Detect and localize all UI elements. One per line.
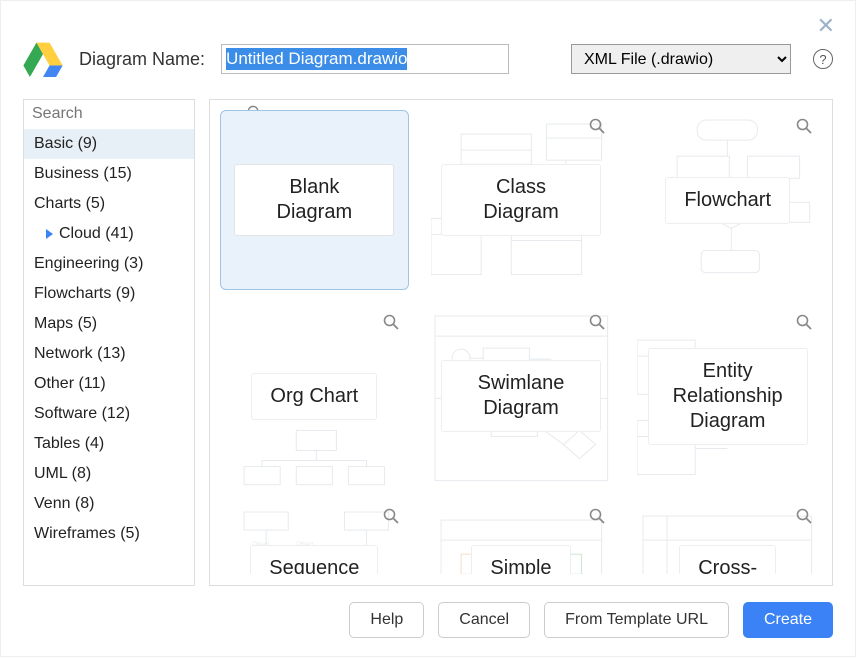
template-label: Cross- <box>679 545 776 574</box>
cat-charts[interactable]: Charts (5) <box>24 189 194 219</box>
category-label: Software (12) <box>34 405 130 423</box>
dialog-footer: Help Cancel From Template URL Create <box>23 586 833 638</box>
template-label: Blank Diagram <box>234 164 394 236</box>
create-button[interactable]: Create <box>743 602 833 638</box>
cat-network[interactable]: Network (13) <box>24 339 194 369</box>
zoom-preview-icon[interactable] <box>589 508 605 529</box>
category-label: Charts (5) <box>34 195 105 213</box>
tpl-blank[interactable]: Blank Diagram <box>220 110 409 290</box>
zoom-preview-icon[interactable] <box>383 508 399 529</box>
zoom-preview-icon[interactable] <box>589 118 605 139</box>
category-label: Business (15) <box>34 165 132 183</box>
expand-icon[interactable] <box>46 229 53 239</box>
category-label: Wireframes (5) <box>34 525 140 543</box>
category-label: Maps (5) <box>34 315 97 333</box>
category-label: Engineering (3) <box>34 255 143 273</box>
dialog-header: Diagram Name: Untitled Diagram.drawio XM… <box>23 41 833 77</box>
tpl-class[interactable]: Class Diagram <box>427 110 616 290</box>
cancel-button[interactable]: Cancel <box>438 602 530 638</box>
template-pane: Blank Diagram Class Diagram Flowchart Org C… <box>209 99 833 586</box>
tpl-erd[interactable]: Entity Relationship Diagram <box>633 306 822 486</box>
tpl-sequence[interactable]: ObjectObjectSequence <box>220 502 409 574</box>
dialog-body: Basic (9) Business (15) Charts (5) Cloud (4… <box>23 99 833 586</box>
category-sidebar: Basic (9) Business (15) Charts (5) Cloud (4… <box>23 99 195 586</box>
cat-engineering[interactable]: Engineering (3) <box>24 249 194 279</box>
diagram-name-value: Untitled Diagram.drawio <box>226 48 407 70</box>
from-template-url-button[interactable]: From Template URL <box>544 602 729 638</box>
cat-flowcharts[interactable]: Flowcharts (9) <box>24 279 194 309</box>
cat-basic[interactable]: Basic (9) <box>24 129 194 159</box>
tpl-orgchart[interactable]: Org Chart <box>220 306 409 486</box>
category-label: Flowcharts (9) <box>34 285 135 303</box>
zoom-preview-icon[interactable] <box>383 314 399 335</box>
template-label: Class Diagram <box>441 164 601 236</box>
category-label: Network (13) <box>34 345 126 363</box>
category-list: Basic (9) Business (15) Charts (5) Cloud (4… <box>24 129 194 585</box>
file-format-select[interactable]: XML File (.drawio) <box>571 44 791 74</box>
template-label: Entity Relationship Diagram <box>648 348 808 445</box>
template-label: Swimlane Diagram <box>441 360 601 432</box>
cat-cloud[interactable]: Cloud (41) <box>24 219 194 249</box>
cat-software[interactable]: Software (12) <box>24 399 194 429</box>
template-grid: Blank Diagram Class Diagram Flowchart Org C… <box>220 110 822 574</box>
cat-tables[interactable]: Tables (4) <box>24 429 194 459</box>
cat-uml[interactable]: UML (8) <box>24 459 194 489</box>
template-label: Simple <box>471 545 570 574</box>
template-label: Org Chart <box>251 373 377 420</box>
cat-business[interactable]: Business (15) <box>24 159 194 189</box>
cat-wireframes[interactable]: Wireframes (5) <box>24 519 194 549</box>
zoom-preview-icon[interactable] <box>589 314 605 335</box>
zoom-preview-icon[interactable] <box>796 118 812 139</box>
cat-other[interactable]: Other (11) <box>24 369 194 399</box>
category-label: Other (11) <box>34 375 106 393</box>
help-icon[interactable]: ? <box>813 49 833 69</box>
search-row <box>24 100 194 129</box>
close-icon[interactable]: ✕ <box>817 15 835 37</box>
category-label: Basic (9) <box>34 135 97 153</box>
google-drive-icon <box>23 41 63 77</box>
cat-maps[interactable]: Maps (5) <box>24 309 194 339</box>
help-button[interactable]: Help <box>349 602 424 638</box>
tpl-flowchart[interactable]: Flowchart <box>633 110 822 290</box>
cat-venn[interactable]: Venn (8) <box>24 489 194 519</box>
category-label: Venn (8) <box>34 495 94 513</box>
tpl-simple[interactable]: Simple <box>427 502 616 574</box>
category-label: UML (8) <box>34 465 91 483</box>
category-label: Tables (4) <box>34 435 104 453</box>
new-diagram-dialog: ✕ Diagram Name: Untitled Diagram.drawio … <box>0 0 856 657</box>
category-label: Cloud (41) <box>59 225 134 243</box>
template-label: Flowchart <box>665 177 790 224</box>
diagram-name-label: Diagram Name: <box>79 49 205 70</box>
zoom-preview-icon[interactable] <box>796 508 812 529</box>
diagram-name-input[interactable]: Untitled Diagram.drawio <box>221 44 509 74</box>
zoom-preview-icon[interactable] <box>796 314 812 335</box>
tpl-swimlane[interactable]: Swimlane Diagram <box>427 306 616 486</box>
template-label: Sequence <box>250 545 378 574</box>
tpl-cross[interactable]: Cross- <box>633 502 822 574</box>
